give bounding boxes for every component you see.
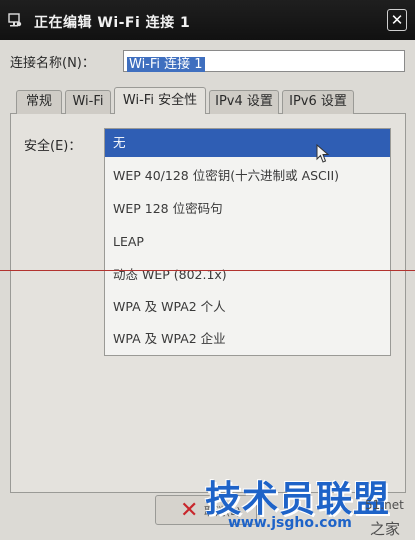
tab-ipv6-settings[interactable]: IPv6 设置 bbox=[282, 90, 354, 114]
security-option-dynamic-wep[interactable]: 动态 WEP (802.1x) bbox=[105, 261, 390, 289]
watermark-site-bottom: 之家 bbox=[370, 520, 401, 538]
network-icon bbox=[8, 13, 22, 27]
tab-general[interactable]: 常规 bbox=[16, 90, 62, 114]
edit-connection-window: 正在编辑 Wi-Fi 连接 1 ✕ 连接名称(N)： Wi-Fi 连接 1 常规… bbox=[0, 0, 415, 540]
security-option-wep-key[interactable]: WEP 40/128 位密钥(十六进制或 ASCII) bbox=[105, 162, 390, 190]
tab-wifi-security[interactable]: Wi-Fi 安全性 bbox=[114, 87, 206, 114]
window-title: 正在编辑 Wi-Fi 连接 1 bbox=[34, 15, 191, 31]
connection-name-row: 连接名称(N)： Wi-Fi 连接 1 bbox=[10, 50, 410, 74]
tab-ipv4-settings[interactable]: IPv4 设置 bbox=[209, 90, 279, 114]
security-option-wpa-enterprise[interactable]: WPA 及 WPA2 企业 bbox=[105, 325, 390, 353]
security-option-wep-passphrase[interactable]: WEP 128 位密码句 bbox=[105, 195, 390, 223]
connection-name-input[interactable]: Wi-Fi 连接 1 bbox=[123, 50, 405, 72]
cancel-x-icon: ✕ bbox=[180, 498, 199, 523]
close-button[interactable]: ✕ bbox=[387, 9, 407, 31]
security-option-leap[interactable]: LEAP bbox=[105, 228, 390, 256]
security-option-none[interactable]: 无 bbox=[105, 129, 390, 157]
close-icon: ✕ bbox=[390, 11, 404, 29]
title-bar: 正在编辑 Wi-Fi 连接 1 ✕ bbox=[0, 0, 415, 40]
connection-name-label: 连接名称(N)： bbox=[10, 56, 95, 71]
security-option-wpa-personal[interactable]: WPA 及 WPA2 个人 bbox=[105, 293, 390, 321]
watermark-url: www.jsgho.com bbox=[228, 515, 352, 531]
security-label: 安全(E)： bbox=[24, 139, 82, 154]
tab-wifi[interactable]: Wi-Fi bbox=[65, 90, 111, 114]
red-guide-line bbox=[0, 270, 415, 271]
mouse-pointer-icon bbox=[316, 144, 330, 163]
security-dropdown-list[interactable]: 无 WEP 40/128 位密钥(十六进制或 ASCII) WEP 128 位密… bbox=[104, 128, 391, 356]
connection-name-value: Wi-Fi 连接 1 bbox=[127, 57, 205, 72]
watermark-site-top: 51.net bbox=[365, 498, 404, 512]
